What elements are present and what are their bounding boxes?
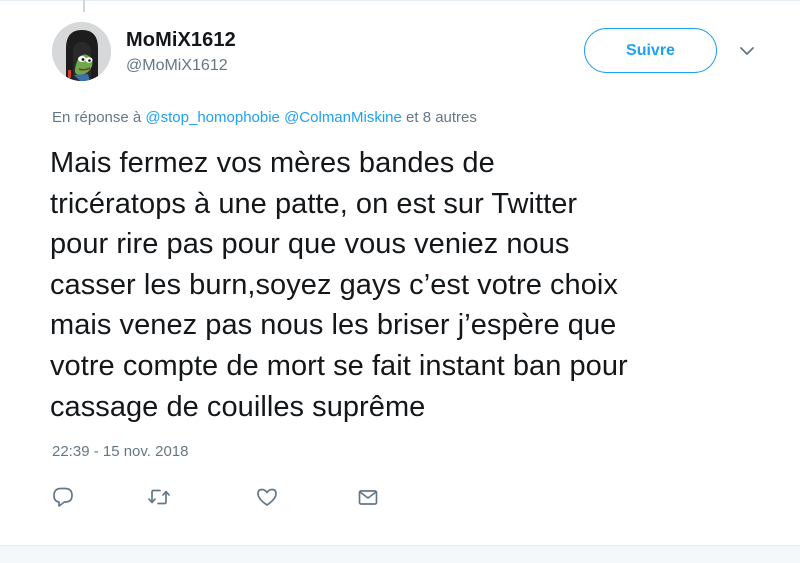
mention-link-stop-homophobie[interactable]: @stop_homophobie [145, 109, 280, 126]
follow-button[interactable]: Suivre [584, 28, 717, 73]
heart-icon[interactable] [255, 486, 279, 508]
bottom-separator [0, 545, 800, 563]
reply-context-prefix: En réponse à [52, 109, 146, 126]
tweet-timestamp[interactable]: 22:39 - 15 nov. 2018 [52, 442, 189, 462]
thread-connector-line [83, 0, 85, 12]
user-handle[interactable]: @MoMiX1612 [126, 55, 236, 77]
chevron-down-icon[interactable] [738, 44, 756, 58]
tweet-text-line: votre compte de mort se fait instant ban… [50, 349, 628, 382]
pepe-frog-avatar-image [52, 22, 111, 81]
top-divider [0, 0, 800, 1]
tweet-text-line: cassage de couilles suprême [50, 390, 426, 423]
tweet-text-line: mais venez pas nous les briser j’espère … [50, 309, 617, 342]
reply-context: En réponse à @stop_homophobie @ColmanMis… [52, 108, 477, 128]
mention-link-colmanmiskine[interactable]: @ColmanMiskine [284, 109, 402, 126]
tweet-text-line: pour rire pas pour que vous veniez nous [50, 228, 570, 261]
envelope-icon[interactable] [356, 486, 380, 508]
tweet-text-line: tricératops à une patte, on est sur Twit… [50, 187, 578, 220]
tweet-text-line: Mais fermez vos mères bandes de [50, 147, 495, 179]
tweet-text-line: casser les burn,soyez gays c’est votre c… [50, 268, 618, 301]
display-name[interactable]: MoMiX1612 [126, 28, 236, 52]
avatar[interactable] [52, 22, 111, 81]
retweet-icon[interactable] [147, 486, 171, 508]
reply-icon[interactable] [51, 486, 75, 508]
tweet-text: Mais fermez vos mères bandes de tricérat… [50, 143, 785, 427]
user-info[interactable]: MoMiX1612 @MoMiX1612 [126, 28, 236, 77]
reply-context-suffix: et 8 autres [401, 109, 477, 126]
